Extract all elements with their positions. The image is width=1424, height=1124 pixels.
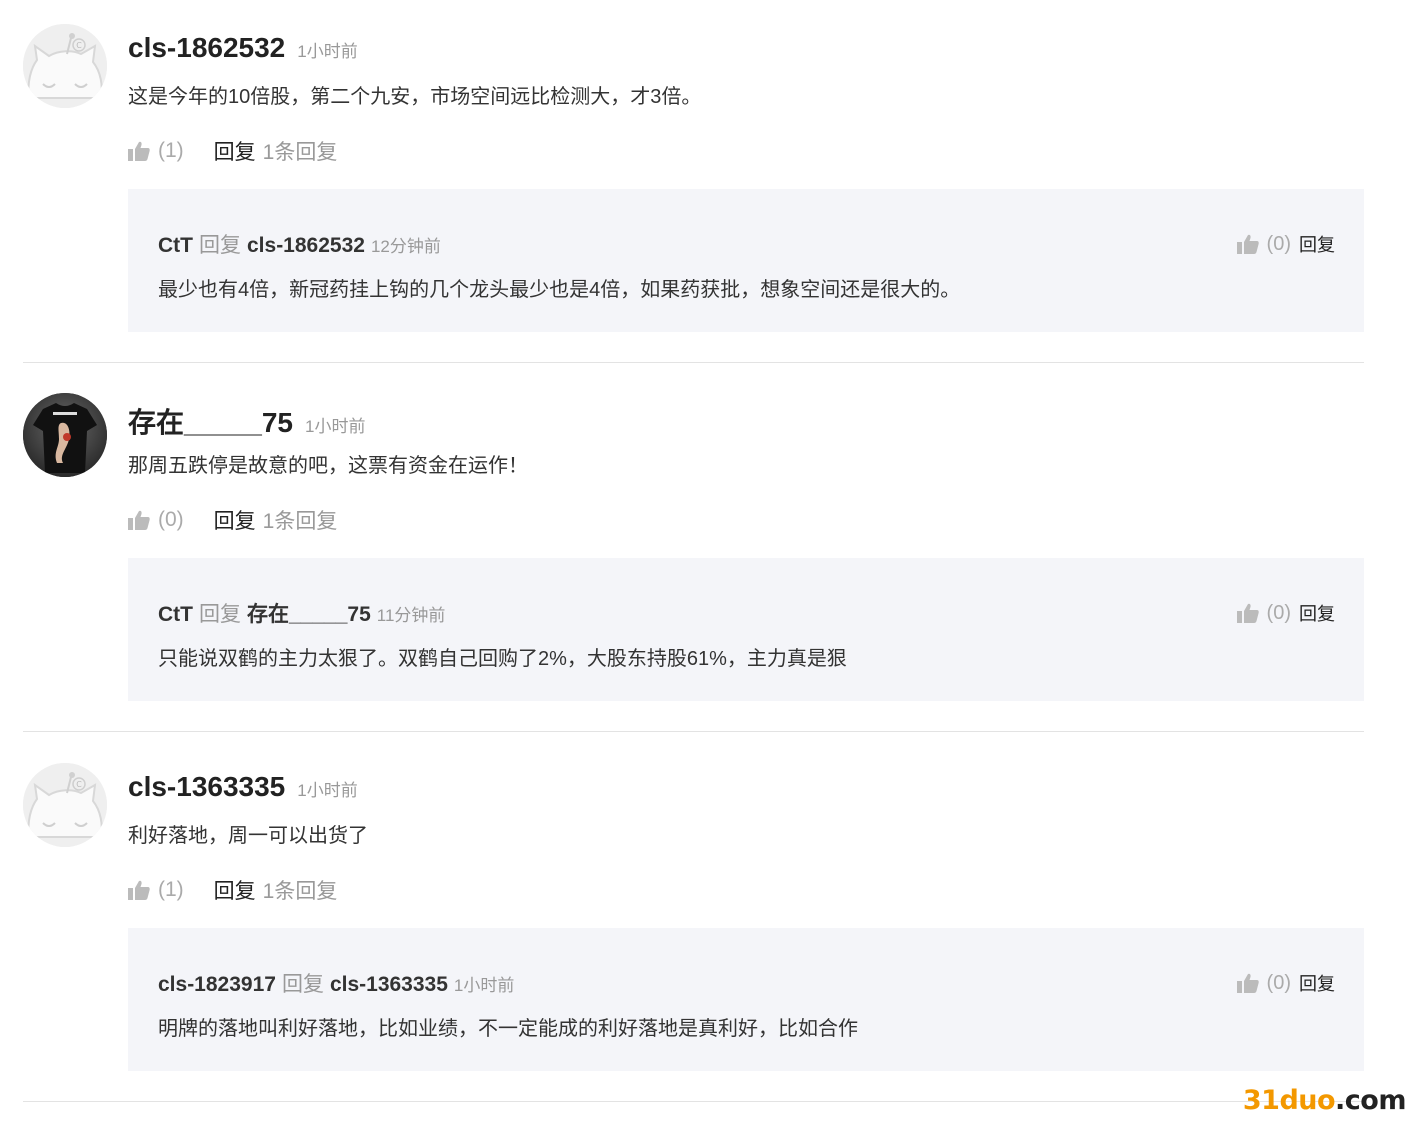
reply-username[interactable]: CtT: [158, 603, 193, 626]
avatar[interactable]: C: [23, 24, 107, 108]
default-avatar-icon: C: [23, 763, 107, 847]
reply-box: CtT 回复 存在_____75 11分钟前 只能说双鹤的主力太狠了。双鹤自己回购了2…: [128, 558, 1364, 701]
comment-item: C cls-1363335 1小时前 利好落地，周一可以出货了 (1) 回复 1条…: [23, 763, 1364, 1083]
comment-text: 这是今年的10倍股，第二个九安，市场空间远比检测大，才3倍。: [128, 86, 702, 108]
thumbs-up-icon: [1236, 973, 1259, 993]
reply-actions: (0) 回复: [1236, 970, 1335, 996]
reply-text: 最少也有4倍，新冠药挂上钩的几个龙头最少也是4倍，如果药获批，想象空间还是很大的…: [158, 279, 961, 301]
reply-button[interactable]: 回复: [214, 136, 256, 166]
reply-actions: (0) 回复: [1236, 231, 1335, 257]
reply-count-link[interactable]: 1条回复: [263, 505, 338, 535]
comment-text: 利好落地，周一可以出货了: [128, 825, 368, 847]
comment-actions: (0) 回复 1条回复: [128, 505, 337, 535]
reply-button[interactable]: 回复: [214, 875, 256, 905]
reply-username[interactable]: CtT: [158, 234, 193, 257]
divider: [23, 362, 1364, 363]
username[interactable]: cls-1862532: [128, 32, 285, 63]
reply-like-count: (0): [1266, 971, 1291, 994]
comment-item: 存在_____75 1小时前 那周五跌停是故意的吧，这票有资金在运作！ (0) 回…: [23, 393, 1364, 713]
reply-timestamp: 11分钟前: [376, 606, 446, 625]
comment-actions: (1) 回复 1条回复: [128, 136, 337, 166]
reply-timestamp: 1小时前: [453, 976, 515, 995]
watermark-logo: 31duo.com: [1242, 1085, 1407, 1116]
reply-like-button[interactable]: (0): [1236, 971, 1291, 995]
reply-reply-button[interactable]: 回复: [1299, 600, 1335, 626]
like-button[interactable]: (1): [128, 139, 184, 163]
divider: [23, 1101, 1364, 1102]
reply-target-username[interactable]: cls-1862532: [247, 234, 365, 257]
timestamp: 1小时前: [297, 781, 358, 800]
reply-text: 明牌的落地叫利好落地，比如业绩，不一定能成的利好落地是真利好，比如合作: [158, 1018, 858, 1040]
svg-text:C: C: [76, 780, 82, 789]
reply-word: 回复: [199, 234, 241, 257]
reply-target-username[interactable]: 存在_____75: [247, 603, 371, 626]
thumbs-up-icon: [128, 880, 150, 900]
comment-text: 那周五跌停是故意的吧，这票有资金在运作！: [128, 455, 528, 477]
reply-like-count: (0): [1266, 601, 1291, 624]
comment-header: 存在_____75 1小时前: [128, 401, 365, 441]
reply-header: CtT 回复 存在_____75 11分钟前: [158, 598, 445, 628]
reply-like-count: (0): [1266, 232, 1291, 255]
like-button[interactable]: (0): [128, 508, 184, 532]
reply-word: 回复: [281, 973, 324, 996]
timestamp: 1小时前: [297, 42, 358, 61]
comment-actions: (1) 回复 1条回复: [128, 875, 337, 905]
comment-item: C cls-1862532 1小时前 这是今年的10倍股，第二个九安，市场空间远比…: [23, 24, 1364, 344]
reply-word: 回复: [199, 603, 241, 626]
divider: [23, 731, 1364, 732]
reply-box: cls-1823917 回复 cls-1363335 1小时前 明牌的落地叫利好落地，…: [128, 928, 1364, 1071]
avatar[interactable]: [23, 393, 107, 477]
thumbs-up-icon: [1236, 603, 1259, 623]
reply-reply-button[interactable]: 回复: [1299, 970, 1335, 996]
watermark-part1: 31duo: [1242, 1085, 1336, 1116]
svg-text:C: C: [76, 41, 82, 50]
avatar[interactable]: C: [23, 763, 107, 847]
reply-reply-button[interactable]: 回复: [1299, 231, 1335, 257]
comment-header: cls-1363335 1小时前: [128, 771, 358, 803]
reply-box: CtT 回复 cls-1862532 12分钟前 最少也有4倍，新冠药挂上钩的几个龙头…: [128, 189, 1364, 332]
timestamp: 1小时前: [305, 417, 366, 436]
reply-header: cls-1823917 回复 cls-1363335 1小时前: [158, 968, 514, 998]
watermark-part2: .com: [1335, 1085, 1406, 1116]
like-count: (1): [158, 878, 184, 901]
like-button[interactable]: (1): [128, 878, 184, 902]
reply-header: CtT 回复 cls-1862532 12分钟前: [158, 229, 441, 259]
username[interactable]: 存在_____75: [128, 407, 293, 438]
thumbs-up-icon: [128, 141, 150, 161]
reply-count-link[interactable]: 1条回复: [263, 136, 338, 166]
reply-timestamp: 12分钟前: [370, 237, 441, 256]
thumbs-up-icon: [1236, 234, 1259, 254]
reply-actions: (0) 回复: [1236, 600, 1335, 626]
reply-button[interactable]: 回复: [214, 505, 256, 535]
reply-like-button[interactable]: (0): [1236, 232, 1291, 256]
reply-username[interactable]: cls-1823917: [158, 973, 276, 996]
reply-target-username[interactable]: cls-1363335: [330, 973, 448, 996]
like-count: (1): [158, 139, 184, 162]
like-count: (0): [158, 508, 184, 531]
comment-header: cls-1862532 1小时前: [128, 32, 358, 64]
thumbs-up-icon: [128, 510, 150, 530]
user-photo-avatar: [23, 393, 107, 477]
reply-like-button[interactable]: (0): [1236, 601, 1291, 625]
default-avatar-icon: C: [23, 24, 107, 108]
reply-count-link[interactable]: 1条回复: [263, 875, 338, 905]
username[interactable]: cls-1363335: [128, 771, 285, 802]
reply-text: 只能说双鹤的主力太狠了。双鹤自己回购了2%，大股东持股61%，主力真是狠: [158, 648, 847, 670]
